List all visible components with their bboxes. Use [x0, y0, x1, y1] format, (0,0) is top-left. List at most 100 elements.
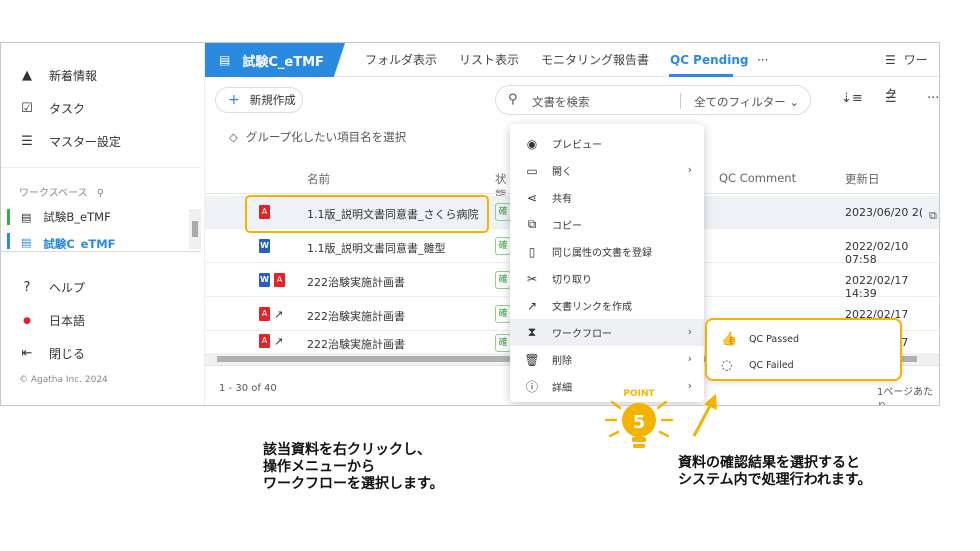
- menu-item-qc-failed[interactable]: ◌ QC Failed: [721, 358, 794, 373]
- task-icon: ☑: [21, 101, 33, 116]
- scissors-icon: ✂: [526, 271, 538, 286]
- chevron-right-icon: ›: [687, 379, 692, 392]
- updated-date: 2023/06/20 2(: [845, 206, 924, 219]
- menu-item-copy[interactable]: ⧉ コピー: [510, 211, 704, 238]
- workspace-label: 試験B_eTMF: [43, 210, 111, 224]
- column-header-updated[interactable]: 更新日: [845, 171, 880, 187]
- sidebar-item-close[interactable]: ⇤ 閉じる: [19, 345, 85, 362]
- sidebar-item-label: マスター設定: [49, 135, 122, 149]
- workspace-item-c[interactable]: ▤ 試験C_eTMF: [7, 233, 187, 249]
- search-icon[interactable]: ⚲: [97, 188, 104, 199]
- sidebar-item-label: 日本語: [49, 314, 86, 328]
- file-type-icons: W: [259, 239, 270, 253]
- menu-item-label: 切り取り: [552, 275, 592, 286]
- note-line: 操作メニューから: [263, 459, 375, 475]
- menu-item-preview[interactable]: ◉ プレビュー: [510, 130, 704, 157]
- pagination-range: 1 - 30 of 40: [219, 383, 277, 394]
- word-file-icon: W: [259, 273, 270, 287]
- pointer-arrow: [692, 394, 717, 437]
- app-screenshot: ▲ 新着情報 ☑ タスク ☰ マスター設定 ワークスペース ⚲ ▤ 試験B_eT…: [0, 42, 940, 406]
- circle-icon: ◌: [721, 358, 733, 373]
- sliders-icon: ☰: [885, 53, 896, 67]
- doc-add-icon: ▯: [528, 244, 536, 259]
- search-icon: ⚲: [508, 92, 518, 107]
- tab-qc-pending[interactable]: QC Pending: [670, 43, 749, 77]
- sidebar-scrollbar[interactable]: [189, 209, 201, 249]
- sidebar-item-language[interactable]: ● 日本語: [19, 312, 85, 329]
- open-external-icon[interactable]: ⧉: [929, 209, 937, 223]
- menu-item-delete[interactable]: 🗑 削除 ›: [510, 346, 704, 373]
- sidebar-item-label: 閉じる: [49, 347, 86, 361]
- workspace-item-b[interactable]: ▤ 試験B_eTMF: [7, 205, 187, 229]
- sidebar-item-help[interactable]: ? ヘルプ: [19, 279, 85, 296]
- tab-folder-view[interactable]: フォルダ表示: [365, 43, 437, 77]
- group-by-label: グループ化したい項目名を選択: [245, 130, 407, 144]
- status-badge: 確: [495, 271, 511, 289]
- column-header-qc-comment[interactable]: QC Comment: [719, 171, 796, 185]
- updated-date: 2022/02/17 14:39: [845, 274, 909, 300]
- slide: { "sidebar": { "items": [ {"icon": "char…: [0, 0, 980, 551]
- menu-item-create-link[interactable]: ↗ 文書リンクを作成: [510, 292, 704, 319]
- divider: [1, 167, 201, 168]
- share-icon: ⋖: [526, 190, 538, 205]
- menu-item-label: 文書リンクを作成: [552, 302, 632, 313]
- active-tab-indicator: [669, 74, 733, 77]
- menu-item-qc-passed[interactable]: 👍 QC Passed: [721, 332, 799, 347]
- file-name: 1.1版_説明文書同意書_雛型: [307, 242, 446, 255]
- note-line: ワークフローを選択します。: [263, 476, 444, 492]
- chevron-right-icon: ›: [687, 163, 692, 176]
- point-label: POINT: [623, 389, 655, 399]
- trash-icon: 🗑: [524, 352, 540, 367]
- menu-item-label: プレビュー: [552, 140, 602, 151]
- column-header-name[interactable]: 名前: [307, 171, 330, 187]
- workflow-settings-button[interactable]: ☰ ワーク: [885, 43, 939, 101]
- pdf-file-icon: A: [259, 307, 270, 321]
- workflow-submenu: 👍 QC Passed ◌ QC Failed: [705, 318, 902, 381]
- sidebar-item-label: ヘルプ: [49, 281, 86, 295]
- top-bar: ▤ 試験C_eTMF フォルダ表示 リスト表示 モニタリング報告書 QC Pen…: [205, 43, 939, 101]
- folder-icon: ▤: [219, 53, 231, 67]
- tab-more[interactable]: ···: [757, 43, 768, 77]
- plus-icon: +: [228, 92, 240, 108]
- sidebar-item-tasks[interactable]: ☑ タスク: [19, 100, 85, 117]
- file-type-icons: WA: [259, 273, 285, 287]
- menu-item-share[interactable]: ⋖ 共有: [510, 184, 704, 211]
- selected-row-highlight: [245, 195, 489, 233]
- menu-item-workflow[interactable]: ⧗ ワークフロー ›: [510, 319, 704, 346]
- sort-icon[interactable]: ⇣≡: [841, 91, 863, 106]
- tab-monitoring-report[interactable]: モニタリング報告書: [541, 43, 649, 77]
- status-badge: 確: [495, 237, 511, 255]
- workspace-color-bar: [7, 209, 10, 225]
- chart-icon: ▲: [22, 68, 32, 83]
- chevron-right-icon: ›: [687, 325, 692, 338]
- new-document-button[interactable]: + 新規作成: [215, 87, 303, 113]
- thumbs-up-icon: 👍: [721, 332, 738, 347]
- menu-item-register-same-attributes[interactable]: ▯ 同じ属性の文書を登録: [510, 238, 704, 265]
- search-input[interactable]: 文書を検索: [532, 94, 590, 110]
- list-view-icon[interactable]: ☰: [885, 91, 897, 106]
- file-name: 222治験実施計画書: [307, 338, 405, 351]
- more-icon[interactable]: ···: [927, 91, 939, 106]
- workspace-header: ワークスペース ⚲: [19, 184, 104, 199]
- tab-list-view[interactable]: リスト表示: [459, 43, 519, 77]
- laptop-icon: ▭: [526, 163, 538, 178]
- menu-item-open[interactable]: ▭ 開く ›: [510, 157, 704, 184]
- sidebar-item-label: タスク: [49, 102, 86, 116]
- filter-dropdown[interactable]: 全てのフィルター ⌄: [694, 94, 799, 110]
- menu-item-label: 詳細: [552, 383, 572, 394]
- status-badge: 確: [495, 203, 511, 221]
- file-type-icons: A ↗: [259, 307, 283, 321]
- eye-icon: ◉: [526, 136, 538, 151]
- workspace-title[interactable]: ▤ 試験C_eTMF: [205, 43, 345, 77]
- instruction-note-right: 資料の確認結果を選択すると システム内で処理行われます。: [678, 455, 871, 489]
- group-by-bar[interactable]: ◇ グループ化したい項目名を選択: [229, 129, 406, 145]
- search-box[interactable]: ⚲ 文書を検索 全てのフィルター ⌄: [495, 85, 811, 115]
- sidebar-item-master-settings[interactable]: ☰ マスター設定: [19, 133, 121, 150]
- note-line: 資料の確認結果を選択すると: [678, 455, 860, 471]
- sidebar-item-label: 新着情報: [49, 69, 98, 83]
- scrollbar-thumb[interactable]: [192, 221, 198, 237]
- menu-item-cut[interactable]: ✂ 切り取り: [510, 265, 704, 292]
- menu-item-label: ワークフロー: [552, 329, 612, 340]
- file-name: 222治験実施計画書: [307, 276, 405, 289]
- sidebar-item-news[interactable]: ▲ 新着情報: [19, 67, 97, 84]
